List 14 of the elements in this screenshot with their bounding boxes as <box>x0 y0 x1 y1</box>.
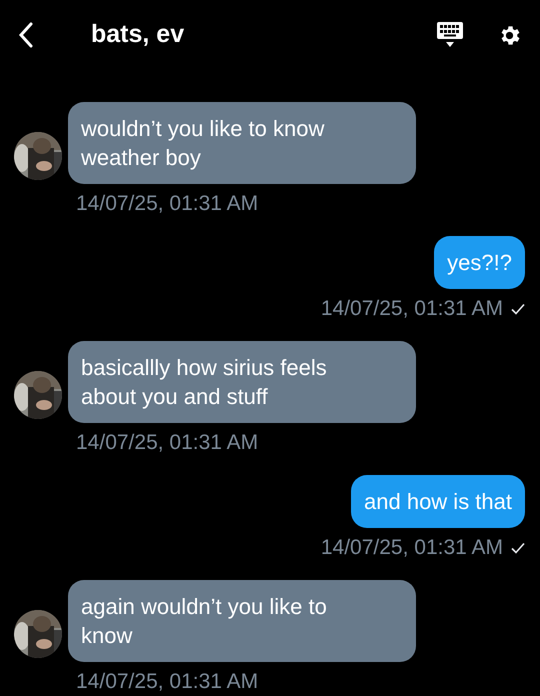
message-bubble: and how is that <box>351 475 525 528</box>
timestamp: 14/07/25, 01:31 AM <box>76 669 260 695</box>
timestamp: 14/07/25, 01:31 AM <box>76 430 260 456</box>
keyboard-button[interactable] <box>437 22 463 48</box>
timestamp: 14/07/25, 01:31 AM <box>320 535 503 561</box>
message-bubble: basicallly how sirius feels about you and stuff <box>68 341 416 423</box>
chat-title: bats, ev <box>91 19 184 50</box>
message-bubble: again wouldn’t you like to know <box>68 580 416 662</box>
timestamp: 14/07/25, 01:31 AM <box>76 191 260 217</box>
message-bubble: wouldn’t you like to know weather boy <box>68 102 416 184</box>
message-bubble: yes?!? <box>434 236 525 289</box>
back-icon <box>18 22 34 48</box>
timestamp: 14/07/25, 01:31 AM <box>320 296 503 322</box>
keyboard-icon <box>437 22 463 48</box>
